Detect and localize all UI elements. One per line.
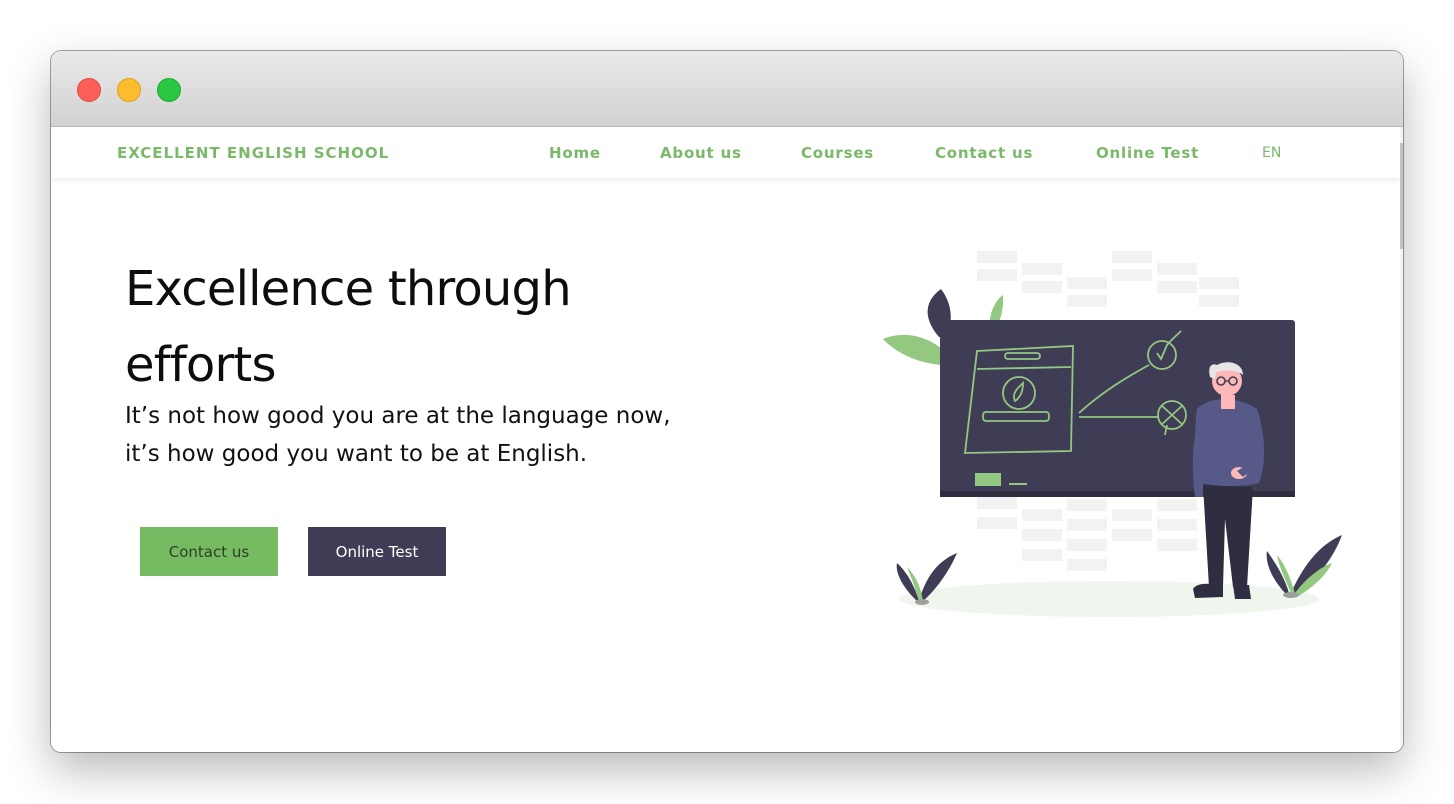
scrollbar-thumb[interactable] <box>1400 143 1403 249</box>
eraser-icon <box>975 473 1001 486</box>
hero-subtitle-line-2: it’s how good you want to be at English. <box>125 441 588 467</box>
minimize-window-icon[interactable] <box>117 78 141 102</box>
online-test-button[interactable]: Online Test <box>308 527 446 576</box>
maximize-window-icon[interactable] <box>157 78 181 102</box>
hero-title-line-1: Excellence through <box>125 261 572 317</box>
web-page: EXCELLENT ENGLISH SCHOOL Home About us C… <box>51 127 1403 752</box>
nav-link-home[interactable]: Home <box>549 144 601 162</box>
chalk-icon <box>1009 483 1027 485</box>
page-scrollbar[interactable] <box>1400 127 1403 752</box>
contact-us-button[interactable]: Contact us <box>140 527 278 576</box>
language-selector[interactable]: EN <box>1262 145 1281 161</box>
floor-shadow <box>899 581 1319 617</box>
hero-subtitle: It’s not how good you are at the languag… <box>125 397 765 473</box>
hero-title-line-2: efforts <box>125 337 276 393</box>
hero-subtitle-line-1: It’s not how good you are at the languag… <box>125 403 671 429</box>
teacher-chalkboard-illustration <box>883 251 1342 617</box>
browser-window: EXCELLENT ENGLISH SCHOOL Home About us C… <box>51 51 1403 752</box>
nav-link-contact-us[interactable]: Contact us <box>935 144 1033 162</box>
nav-link-about-us[interactable]: About us <box>660 144 742 162</box>
close-window-icon[interactable] <box>77 78 101 102</box>
nav-link-courses[interactable]: Courses <box>801 144 874 162</box>
window-titlebar <box>51 51 1403 127</box>
navbar: EXCELLENT ENGLISH SCHOOL Home About us C… <box>51 127 1400 178</box>
brand-logo-text[interactable]: EXCELLENT ENGLISH SCHOOL <box>117 144 389 162</box>
hero-title: Excellence through efforts <box>125 251 685 403</box>
nav-link-online-test[interactable]: Online Test <box>1096 144 1199 162</box>
